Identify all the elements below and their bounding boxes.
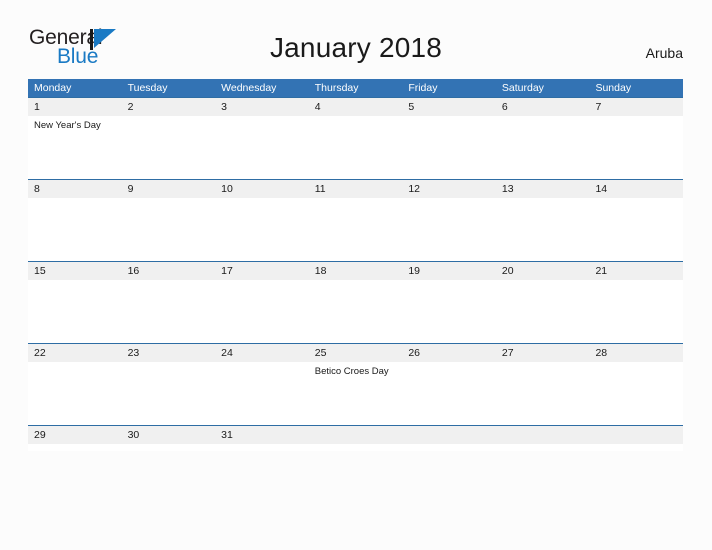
day-event [309, 280, 403, 343]
day-event [589, 198, 683, 261]
day-event [122, 444, 216, 451]
day-event [496, 444, 590, 451]
day-event: Betico Croes Day [314, 366, 389, 377]
weekday-monday: Monday [34, 82, 72, 94]
day-number[interactable]: 23 [122, 344, 216, 362]
day-number[interactable]: 25 [309, 344, 403, 362]
day-event [28, 444, 122, 451]
week-row: 1 2 3 4 5 6 7 New Year's Day [28, 97, 683, 179]
weekday-tuesday: Tuesday [127, 82, 168, 94]
day-event [496, 198, 590, 261]
day-event [496, 280, 590, 343]
day-event [496, 362, 590, 425]
day-number-empty [402, 426, 496, 444]
day-number[interactable]: 22 [28, 344, 122, 362]
country-label: Aruba [645, 45, 683, 61]
day-number[interactable]: 3 [215, 98, 309, 116]
day-number[interactable]: 8 [28, 180, 122, 198]
day-event [402, 198, 496, 261]
day-number[interactable]: 29 [28, 426, 122, 444]
day-number[interactable]: 4 [309, 98, 403, 116]
day-event [28, 362, 122, 425]
day-number[interactable]: 21 [589, 262, 683, 280]
week-date-band: 22 23 24 25 26 27 28 [28, 344, 683, 362]
day-event [309, 444, 403, 451]
day-number-empty [309, 426, 403, 444]
weekday-header-row: Monday Tuesday Wednesday Thursday Friday… [28, 79, 683, 97]
week-date-band: 1 2 3 4 5 6 7 [28, 98, 683, 116]
day-number[interactable]: 31 [215, 426, 309, 444]
day-event [309, 198, 403, 261]
day-number[interactable]: 11 [309, 180, 403, 198]
day-number[interactable]: 15 [28, 262, 122, 280]
day-event [215, 280, 309, 343]
weekday-friday: Friday [408, 82, 438, 94]
day-number[interactable]: 6 [496, 98, 590, 116]
week-event-band: New Year's Day [28, 116, 683, 179]
day-event: New Year's Day [34, 120, 101, 131]
day-event [589, 280, 683, 343]
day-event [215, 444, 309, 451]
day-event [122, 198, 216, 261]
weekday-saturday: Saturday [501, 82, 544, 94]
day-number[interactable]: 16 [122, 262, 216, 280]
day-event [122, 116, 216, 179]
day-event [215, 198, 309, 261]
day-number-empty [496, 426, 590, 444]
day-event [402, 280, 496, 343]
weekday-sunday: Sunday [595, 82, 632, 94]
day-number[interactable]: 30 [122, 426, 216, 444]
day-number[interactable]: 12 [402, 180, 496, 198]
day-event [28, 280, 122, 343]
day-event [122, 280, 216, 343]
week-event-band [28, 444, 683, 451]
week-row: 15 16 17 18 19 20 21 [28, 261, 683, 343]
day-number[interactable]: 13 [496, 180, 590, 198]
day-number[interactable]: 10 [215, 180, 309, 198]
day-number[interactable]: 18 [309, 262, 403, 280]
day-number[interactable]: 19 [402, 262, 496, 280]
weekday-thursday: Thursday [314, 82, 359, 94]
day-number[interactable]: 27 [496, 344, 590, 362]
weekday-wednesday: Wednesday [221, 82, 277, 94]
week-event-band [28, 198, 683, 261]
day-event [215, 362, 309, 425]
calendar-grid: Monday Tuesday Wednesday Thursday Friday… [28, 79, 683, 451]
day-event [496, 116, 590, 179]
week-date-band: 8 9 10 11 12 13 14 [28, 180, 683, 198]
day-event [28, 198, 122, 261]
day-event [122, 362, 216, 425]
day-event [589, 116, 683, 179]
week-date-band: 15 16 17 18 19 20 21 [28, 262, 683, 280]
day-event [402, 362, 496, 425]
day-event [589, 444, 683, 451]
page-title: January 2018 [269, 32, 443, 63]
day-number[interactable]: 7 [589, 98, 683, 116]
week-row: 29 30 31 [28, 425, 683, 451]
day-number[interactable]: 5 [402, 98, 496, 116]
page-header: General Blue January 2018 Aruba [0, 0, 712, 67]
day-number[interactable]: 28 [589, 344, 683, 362]
day-event [402, 444, 496, 451]
day-event [309, 116, 403, 179]
day-number[interactable]: 1 [28, 98, 122, 116]
week-row: 22 23 24 25 26 27 28 Betico Croes Day [28, 343, 683, 425]
day-event [215, 116, 309, 179]
day-number[interactable]: 9 [122, 180, 216, 198]
day-event [402, 116, 496, 179]
day-number-empty [589, 426, 683, 444]
day-number[interactable]: 24 [215, 344, 309, 362]
week-event-band [28, 280, 683, 343]
day-number[interactable]: 17 [215, 262, 309, 280]
day-event [589, 362, 683, 425]
day-number[interactable]: 26 [402, 344, 496, 362]
week-date-band: 29 30 31 [28, 426, 683, 444]
day-number[interactable]: 2 [122, 98, 216, 116]
day-number[interactable]: 20 [496, 262, 590, 280]
week-row: 8 9 10 11 12 13 14 [28, 179, 683, 261]
day-number[interactable]: 14 [589, 180, 683, 198]
week-event-band: Betico Croes Day [28, 362, 683, 425]
